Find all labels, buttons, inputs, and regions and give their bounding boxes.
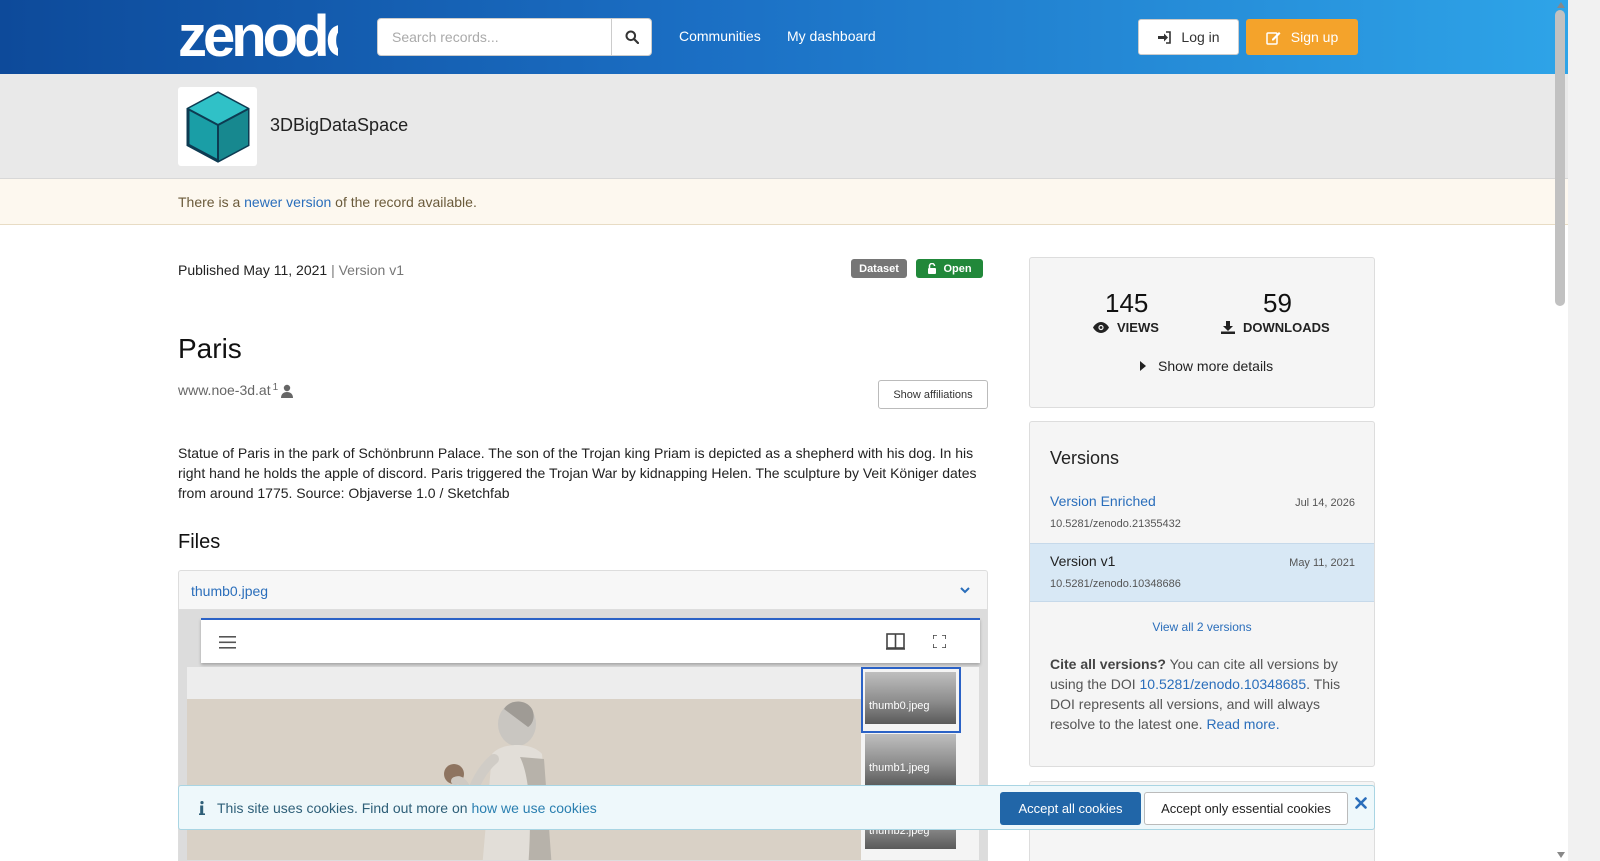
views-label: VIEWS [1117, 320, 1159, 335]
resource-type-text: Dataset [859, 262, 899, 275]
search-button[interactable] [611, 18, 652, 56]
signup-label: Sign up [1290, 29, 1339, 45]
view-all-versions-link[interactable]: View all 2 versions [1030, 620, 1374, 634]
top-navbar: zenodo Communities My dashboard Log in S… [0, 0, 1568, 74]
record-title: Paris [178, 333, 242, 364]
version-item[interactable]: Version Enriched Jul 14, 2026 10.5281/ze… [1030, 484, 1374, 543]
scroll-down-arrow-icon[interactable] [1557, 852, 1565, 858]
community-banner: 3DBigDataSpace [0, 74, 1568, 179]
search-input[interactable] [377, 18, 612, 56]
user-icon [281, 384, 294, 398]
published-date: Published May 11, 2021 [178, 262, 328, 278]
thumbnail-strip: thumb0.jpeg thumb1.jpeg thumb2.jpeg [861, 667, 979, 860]
eye-icon [1093, 322, 1109, 333]
read-more-link[interactable]: Read more. [1206, 716, 1279, 732]
version-title: Version v1 [1050, 553, 1116, 569]
version-label: | Version v1 [331, 262, 404, 278]
svg-text:zenodo: zenodo [178, 6, 338, 62]
resource-type-badge: Dataset [851, 259, 907, 278]
creator-line: www.noe-3d.at 1 [178, 382, 294, 398]
downloads-count: 59 [1263, 288, 1292, 318]
versions-card: Versions Version Enriched Jul 14, 2026 1… [1029, 421, 1375, 767]
info-icon [199, 801, 205, 815]
access-text: Open [943, 262, 972, 275]
image-sky [187, 667, 861, 699]
cookie-banner: This site uses cookies. Find out more on… [178, 785, 1375, 830]
show-affiliations-button[interactable]: Show affiliations [878, 380, 988, 409]
thumbnail-label: thumb0.jpeg [869, 700, 930, 712]
notice-prefix: There is a [178, 194, 245, 210]
scrollbar-track[interactable] [1568, 0, 1600, 861]
statue-image [444, 701, 552, 860]
community-logo[interactable] [178, 87, 257, 166]
edit-icon [1266, 31, 1281, 45]
search-icon [625, 30, 639, 44]
access-badge: Open [916, 259, 983, 278]
creator-name[interactable]: www.noe-3d.at [178, 382, 271, 398]
version-date: May 11, 2021 [1289, 557, 1355, 569]
accept-all-cookies-button[interactable]: Accept all cookies [1000, 792, 1141, 825]
viewer-main-image[interactable] [187, 667, 861, 860]
downloads-label: DOWNLOADS [1243, 320, 1330, 335]
viewer-toolbar [201, 618, 980, 663]
file-name[interactable]: thumb0.jpeg [191, 583, 268, 599]
chevron-down-icon[interactable] [959, 584, 971, 596]
thumbnail-0[interactable]: thumb0.jpeg [865, 672, 956, 724]
show-more-details-toggle[interactable]: Show more details [1140, 358, 1273, 374]
login-button[interactable]: Log in [1138, 19, 1239, 55]
version-doi: 10.5281/zenodo.21355432 [1050, 518, 1181, 530]
versions-heading: Versions [1050, 448, 1120, 468]
publication-info: Published May 11, 2021 | Version v1 [178, 262, 404, 278]
login-label: Log in [1181, 29, 1220, 45]
cookie-message: This site uses cookies. Find out more on [217, 800, 472, 816]
sign-in-icon [1158, 30, 1172, 44]
unlock-icon [928, 263, 937, 274]
accept-essential-cookies-button[interactable]: Accept only essential cookies [1144, 792, 1348, 825]
version-doi: 10.5281/zenodo.10348686 [1050, 578, 1181, 590]
version-date: Jul 14, 2026 [1295, 497, 1355, 509]
file-accordion-header[interactable]: thumb0.jpeg [178, 570, 988, 610]
book-view-icon[interactable] [886, 633, 905, 650]
scroll-up-arrow-icon[interactable] [1557, 2, 1565, 8]
cite-all-heading: Cite all versions? [1050, 656, 1166, 672]
concept-doi-link[interactable]: 10.5281/zenodo.10348685 [1140, 676, 1307, 692]
version-item-current[interactable]: Version v1 May 11, 2021 10.5281/zenodo.1… [1030, 543, 1374, 602]
views-count: 145 [1105, 288, 1149, 318]
signup-button[interactable]: Sign up [1246, 19, 1358, 55]
cite-all-versions: Cite all versions? You can cite all vers… [1050, 654, 1360, 734]
stats-card: 145 VIEWS 59 DOWNLOADS Show more details [1029, 257, 1375, 408]
menu-icon[interactable] [219, 636, 236, 649]
close-icon[interactable] [1355, 797, 1367, 809]
caret-right-icon [1140, 361, 1146, 371]
cookie-policy-link[interactable]: how we use cookies [471, 800, 596, 816]
scrollbar-thumb[interactable] [1555, 10, 1565, 306]
thumbnail-1[interactable]: thumb1.jpeg [865, 734, 956, 786]
community-logo-image [186, 90, 249, 163]
zenodo-logo[interactable]: zenodo [178, 6, 338, 62]
version-title[interactable]: Version Enriched [1050, 493, 1156, 509]
nav-communities[interactable]: Communities [679, 28, 761, 44]
downloads-label-row: DOWNLOADS [1221, 320, 1330, 335]
views-label-row: VIEWS [1093, 320, 1159, 335]
record-description: Statue of Paris in the park of Schönbrun… [178, 445, 977, 501]
creator-affiliation-index: 1 [272, 382, 279, 393]
download-icon [1221, 321, 1235, 334]
notice-suffix: of the record available. [331, 194, 477, 210]
files-heading: Files [178, 531, 221, 553]
show-more-details-label: Show more details [1158, 358, 1274, 374]
fullscreen-icon[interactable] [933, 635, 946, 648]
newer-version-link[interactable]: newer version [244, 194, 331, 210]
thumbnail-label: thumb1.jpeg [869, 762, 930, 774]
community-name[interactable]: 3DBigDataSpace [270, 115, 408, 136]
nav-my-dashboard[interactable]: My dashboard [787, 28, 876, 44]
newer-version-notice: There is a newer version of the record a… [0, 179, 1568, 225]
